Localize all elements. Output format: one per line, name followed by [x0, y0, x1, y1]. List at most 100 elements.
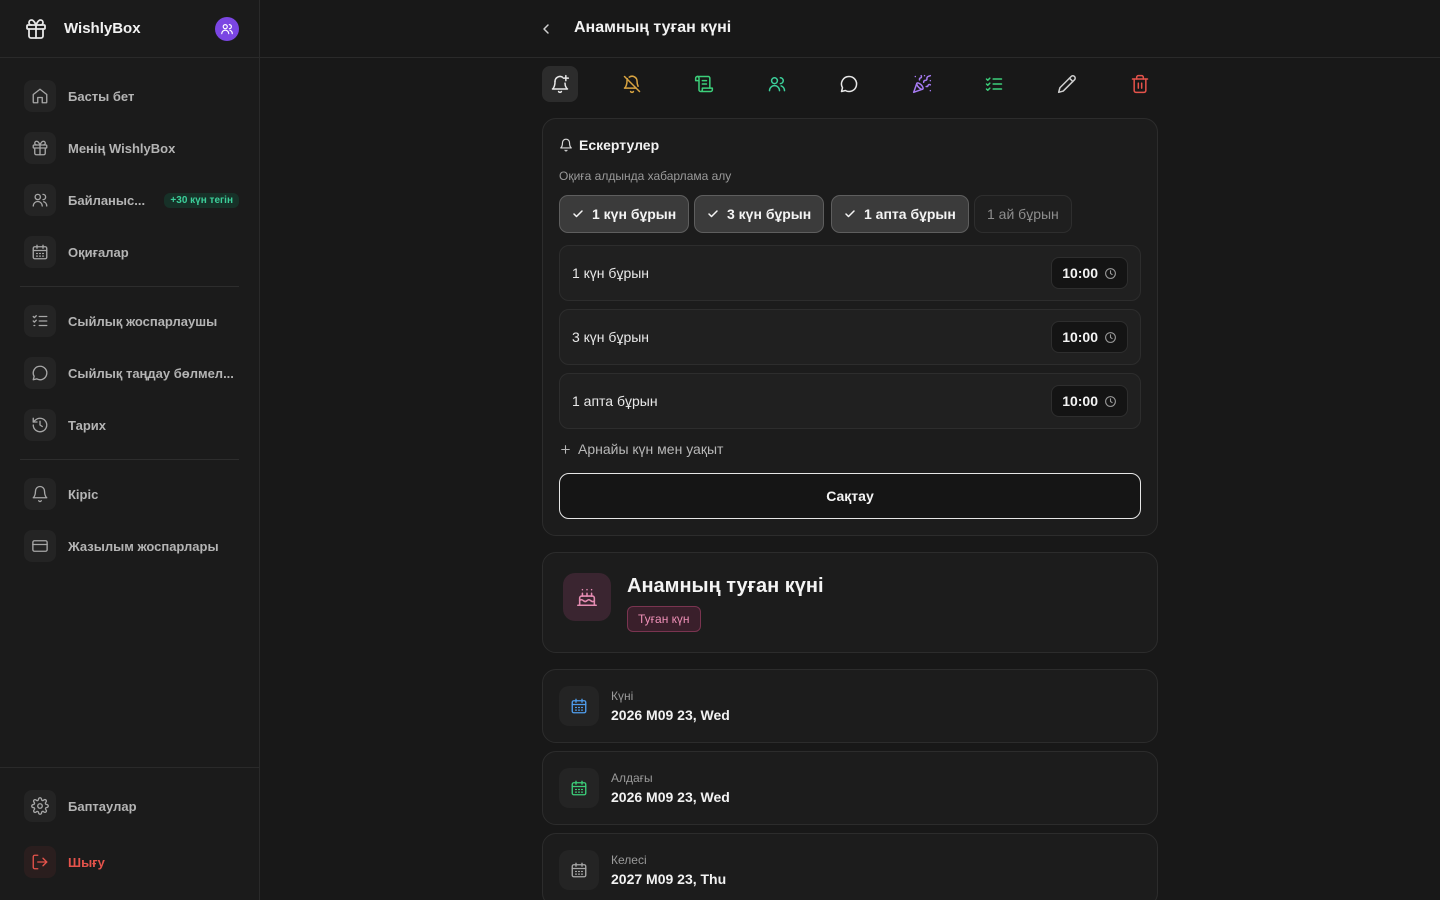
- add-custom-reminder-link[interactable]: Арнайы күн мен уақыт: [559, 441, 723, 457]
- sidebar-item-subscriptions[interactable]: Жазылым жоспарлары: [24, 530, 239, 562]
- sidebar-item-events[interactable]: Оқиғалар: [24, 236, 239, 268]
- back-button[interactable]: [534, 17, 558, 41]
- chevron-left-icon: [543, 24, 549, 34]
- sidebar-footer-divider: [0, 767, 260, 768]
- bell-icon: [24, 478, 56, 510]
- chat-icon: [24, 357, 56, 389]
- users-icon: [24, 184, 56, 216]
- next-info-card: Келесі 2027 M09 23, Thu: [542, 833, 1158, 900]
- date-info-card: Күні 2026 M09 23, Wed: [542, 669, 1158, 743]
- check-icon: [573, 210, 583, 218]
- reminder-row-label: 3 күн бұрын: [572, 329, 650, 345]
- clock-icon: [1105, 331, 1116, 343]
- reminder-chip-1-week[interactable]: 1 апта бұрын: [831, 195, 969, 233]
- chip-label: 1 ай бұрын: [987, 206, 1059, 222]
- chat-tool-button[interactable]: [831, 66, 867, 102]
- reminders-tool-button[interactable]: [542, 66, 578, 102]
- delete-tool-button[interactable]: [1122, 66, 1158, 102]
- chip-label: 1 күн бұрын: [592, 206, 677, 222]
- gift-icon: [24, 17, 48, 41]
- info-value: 2027 M09 23, Thu: [611, 871, 727, 887]
- sidebar-item-gift-planner[interactable]: Сыйлық жоспарлаушы: [24, 305, 239, 337]
- sidebar-item-label: Байланыс...: [68, 192, 146, 208]
- logout-icon: [24, 846, 56, 878]
- reminder-time-picker[interactable]: 10:00: [1051, 385, 1128, 417]
- sidebar-item-contacts[interactable]: Байланыс... +30 күн тегін: [24, 184, 239, 216]
- sidebar-divider: [20, 459, 239, 460]
- users-icon: [768, 77, 786, 92]
- sidebar-item-inbox[interactable]: Кіріс: [24, 478, 239, 510]
- page-title: Анамның туған күні: [574, 19, 732, 36]
- reminder-row: 3 күн бұрын 10:00: [559, 309, 1141, 365]
- reminder-time-picker[interactable]: 10:00: [1051, 321, 1128, 353]
- event-toolbar: [542, 66, 1158, 102]
- reminders-heading: Ескертулер: [559, 137, 659, 153]
- celebrate-tool-button[interactable]: [904, 66, 940, 102]
- plus-icon: [561, 444, 570, 454]
- bell-off-icon: [623, 75, 641, 94]
- reminder-time-value: 10:00: [1062, 265, 1098, 281]
- sidebar-item-home[interactable]: Басты бет: [24, 80, 239, 112]
- reminder-row-label: 1 апта бұрын: [572, 393, 658, 409]
- reminders-card: Ескертулер Оқиға алдында хабарлама алу 1…: [542, 118, 1158, 536]
- sidebar-item-my-wishlybox[interactable]: Менің WishlyBox: [24, 132, 239, 164]
- info-value: 2026 M09 23, Wed: [611, 789, 730, 805]
- party-icon: [912, 74, 932, 94]
- credit-card-icon: [24, 530, 56, 562]
- reminder-chip-3-days[interactable]: 3 күн бұрын: [694, 195, 825, 233]
- check-icon: [845, 210, 855, 218]
- info-value: 2026 M09 23, Wed: [611, 707, 730, 723]
- sidebar-item-label: Менің WishlyBox: [68, 140, 176, 156]
- sidebar-item-label: Шығу: [68, 854, 105, 870]
- save-button[interactable]: Сақтау: [559, 473, 1141, 519]
- calendar-icon: [559, 768, 599, 808]
- sidebar-item-history[interactable]: Тарих: [24, 409, 239, 441]
- clock-icon: [1105, 395, 1116, 407]
- info-label: Келесі: [611, 853, 647, 867]
- sidebar-item-settings[interactable]: Баптаулар: [24, 790, 239, 822]
- home-icon: [24, 80, 56, 112]
- calendar-icon: [559, 686, 599, 726]
- gift-icon: [24, 132, 56, 164]
- info-label: Күні: [611, 689, 634, 703]
- event-type-badge: Туған күн: [627, 606, 701, 632]
- sidebar: WishlyBox Басты бет Менің WishlyBox Байл…: [0, 0, 260, 900]
- reminder-chip-1-day[interactable]: 1 күн бұрын: [559, 195, 690, 233]
- upcoming-info-card: Алдағы 2026 M09 23, Wed: [542, 751, 1158, 825]
- bell-icon: [560, 138, 572, 152]
- sidebar-divider: [20, 286, 239, 287]
- reminders-title: Ескертулер: [579, 137, 660, 153]
- reminder-time-value: 10:00: [1062, 393, 1098, 409]
- cake-icon: [563, 573, 611, 621]
- pencil-icon: [1057, 75, 1076, 94]
- trash-icon: [1131, 74, 1149, 94]
- checklist-icon: [985, 77, 1003, 91]
- calendar-icon: [24, 236, 56, 268]
- profile-avatar[interactable]: [215, 16, 239, 41]
- sidebar-item-label: Басты бет: [68, 88, 135, 104]
- bell-plus-icon: [551, 74, 570, 94]
- info-label: Алдағы: [611, 771, 653, 785]
- participants-tool-button[interactable]: [759, 66, 795, 102]
- calendar-icon: [559, 850, 599, 890]
- custom-reminder-label: Арнайы күн мен уақыт: [578, 441, 724, 457]
- check-icon: [708, 210, 718, 218]
- reminder-time-picker[interactable]: 10:00: [1051, 257, 1128, 289]
- sidebar-item-logout[interactable]: Шығу: [24, 846, 239, 878]
- reminder-chip-1-month[interactable]: 1 ай бұрын: [974, 195, 1072, 233]
- reminders-subtitle: Оқиға алдында хабарлама алу: [559, 169, 732, 183]
- event-summary-card: Анамның туған күні Туған күн: [542, 552, 1158, 653]
- edit-tool-button[interactable]: [1049, 66, 1085, 102]
- sidebar-item-gift-rooms[interactable]: Сыйлық таңдау бөлмел...: [24, 357, 239, 389]
- chip-label: 3 күн бұрын: [727, 206, 812, 222]
- sidebar-item-label: Кіріс: [68, 486, 99, 502]
- mute-tool-button[interactable]: [614, 66, 650, 102]
- checklist-tool-button[interactable]: [976, 66, 1012, 102]
- sidebar-item-label: Баптаулар: [68, 798, 137, 814]
- app-name: WishlyBox: [64, 20, 141, 37]
- sidebar-item-label: Сыйлық жоспарлаушы: [68, 313, 218, 329]
- checklist-icon: [24, 305, 56, 337]
- notes-tool-button[interactable]: [686, 66, 722, 102]
- reminder-row: 1 апта бұрын 10:00: [559, 373, 1141, 429]
- clock-icon: [1105, 267, 1116, 279]
